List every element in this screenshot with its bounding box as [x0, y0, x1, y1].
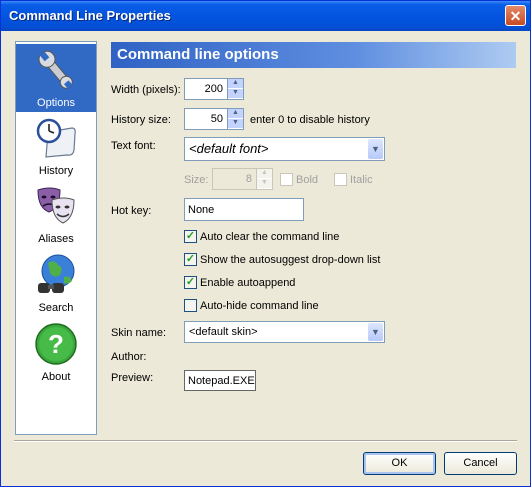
auto-hide-checkbox[interactable]: [184, 299, 197, 312]
hotkey-label: Hot key:: [111, 205, 152, 217]
auto-clear-label: Auto clear the command line: [200, 231, 340, 243]
bold-label: Bold: [296, 174, 319, 186]
chevron-down-icon[interactable]: ▼: [368, 323, 383, 341]
clock-scroll-icon: [36, 118, 76, 158]
italic-checkbox[interactable]: [334, 173, 347, 186]
sidebar-item-search[interactable]: Search: [16, 249, 96, 317]
skin-select-value: <default skin>: [189, 326, 258, 338]
width-spinner[interactable]: ▲ ▼: [228, 78, 244, 100]
close-button[interactable]: ✕: [505, 5, 526, 26]
sidebar-item-about[interactable]: ? About: [16, 318, 96, 386]
author-label: Author:: [111, 351, 147, 363]
sidebar-item-history[interactable]: History: [16, 112, 96, 180]
question-icon: ?: [35, 323, 77, 365]
preview-box: Notepad.EXE: [184, 370, 256, 391]
section-header: Command line options: [111, 42, 516, 68]
auto-clear-checkbox[interactable]: ✓: [184, 230, 197, 243]
section-title: Command line options: [117, 46, 279, 63]
italic-label: Italic: [350, 174, 373, 186]
history-input[interactable]: 50: [184, 108, 228, 130]
spin-up-icon[interactable]: ▲: [228, 109, 243, 119]
auto-hide-label: Auto-hide command line: [200, 300, 319, 312]
wrench-icon: [38, 50, 73, 89]
sidebar-item-options[interactable]: Options: [16, 44, 96, 112]
sidebar-item-label: Aliases: [38, 233, 74, 245]
spin-down-icon[interactable]: ▼: [228, 119, 243, 129]
size-spinner[interactable]: ▲ ▼: [257, 168, 273, 190]
spin-up-icon[interactable]: ▲: [228, 79, 243, 89]
history-hint: enter 0 to disable history: [250, 114, 370, 126]
cancel-button[interactable]: Cancel: [444, 452, 517, 475]
font-select-value: <default font>: [189, 141, 269, 156]
font-label: Text font:: [111, 140, 156, 152]
preview-label: Preview:: [111, 372, 154, 384]
font-select[interactable]: <default font> ▼: [184, 137, 385, 161]
autoappend-label: Enable autoappend: [200, 277, 296, 289]
sidebar-item-label: Options: [37, 97, 75, 109]
title-bar[interactable]: Command Line Properties ✕: [1, 1, 530, 31]
bold-checkbox[interactable]: [280, 173, 293, 186]
sidebar-item-aliases[interactable]: Aliases: [16, 180, 96, 248]
sidebar-item-label: About: [41, 371, 71, 383]
size-input[interactable]: 8: [212, 168, 257, 190]
ok-button[interactable]: OK: [363, 452, 436, 475]
history-label: History size:: [111, 114, 171, 126]
dialog-window: Command Line Properties ✕ Options Histor…: [0, 0, 531, 487]
width-input[interactable]: 200: [184, 78, 228, 100]
autoappend-checkbox[interactable]: ✓: [184, 276, 197, 289]
svg-text:?: ?: [48, 329, 64, 359]
footer-divider: [14, 440, 517, 442]
sidebar-item-label: History: [38, 165, 74, 177]
category-sidebar: Options History Aliases Search ? About: [15, 41, 97, 435]
sidebar-item-label: Search: [38, 302, 74, 314]
masks-icon: [37, 187, 75, 224]
window-title: Command Line Properties: [9, 8, 171, 23]
spin-down-icon[interactable]: ▼: [228, 89, 243, 99]
autosuggest-label: Show the autosuggest drop-down list: [200, 254, 381, 266]
globe-binoculars-icon: [38, 254, 75, 293]
history-spinner[interactable]: ▲ ▼: [228, 108, 244, 130]
skin-label: Skin name:: [111, 327, 167, 339]
spin-down-icon[interactable]: ▼: [257, 179, 272, 189]
chevron-down-icon[interactable]: ▼: [368, 139, 383, 159]
autosuggest-checkbox[interactable]: ✓: [184, 253, 197, 266]
skin-select[interactable]: <default skin> ▼: [184, 321, 385, 343]
size-label: Size:: [184, 174, 209, 186]
hotkey-input[interactable]: None: [184, 198, 304, 221]
width-label: Width (pixels):: [111, 84, 181, 96]
spin-up-icon[interactable]: ▲: [257, 169, 272, 179]
